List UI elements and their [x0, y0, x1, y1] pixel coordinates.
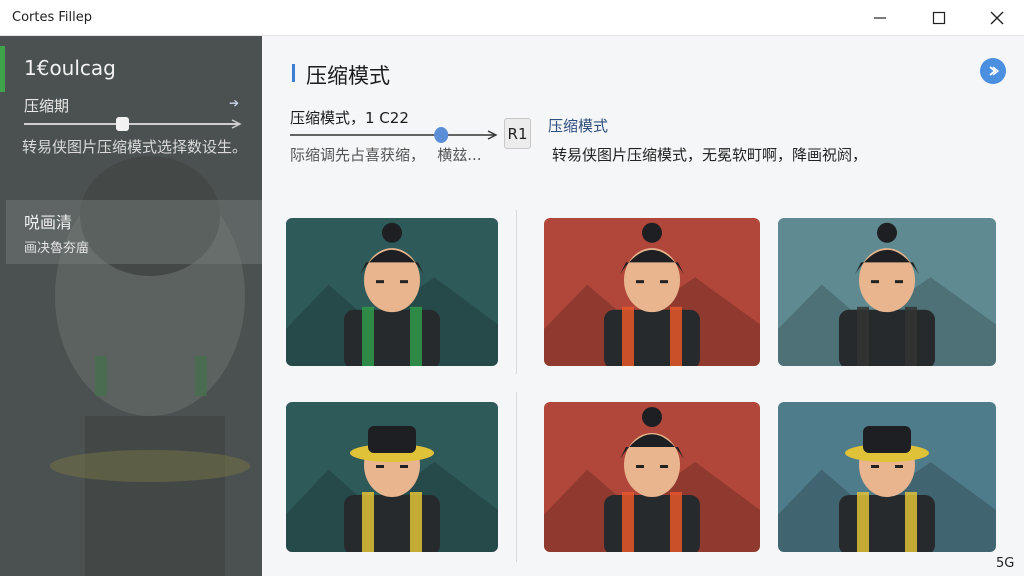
sidebar-description: 转易侠图片压缩模式选择数设生。: [22, 138, 248, 156]
mode-link[interactable]: 压缩模式: [548, 115, 608, 136]
window-title: Cortes Fillep: [12, 10, 92, 25]
sidebar: 1€oulcag 压缩期 ➔ 转易侠图片压缩模式选择数设生。 哾画清 画决魯夯庿: [0, 36, 262, 576]
close-icon: [990, 11, 1004, 25]
thumbnail-character-red-headband[interactable]: [544, 218, 760, 366]
sidebar-slider-thumb[interactable]: [116, 117, 129, 131]
compression-slider[interactable]: [290, 126, 500, 144]
app-window: Cortes Fillep 1€oulcag 压缩期 ➔ 转易侠图片压缩模式选择…: [0, 0, 1024, 576]
maximize-icon: [932, 11, 946, 25]
divider: [516, 392, 517, 562]
mode-description: 转易侠图片压缩模式，无冕软町啊，降画祝阏，: [552, 146, 868, 164]
corner-label: 5G: [996, 556, 1015, 571]
active-item-indicator: [0, 46, 5, 92]
close-button[interactable]: [980, 6, 1014, 30]
maximize-button[interactable]: [922, 6, 956, 30]
help-icon: [989, 66, 1000, 76]
sidebar-panel[interactable]: 哾画清 画决魯夯庿: [6, 200, 262, 264]
minimize-button[interactable]: [863, 6, 897, 30]
sidebar-panel-subtitle: 画决魯夯庿: [24, 241, 90, 256]
sidebar-arrow-icon[interactable]: ➔: [229, 96, 239, 110]
page-title: 压缩模式: [306, 64, 390, 88]
thumbnail-character-masked-hat[interactable]: [778, 402, 996, 552]
sidebar-slider-label: 压缩期: [24, 97, 70, 115]
sidebar-panel-title: 哾画清: [24, 213, 73, 232]
sidebar-slider[interactable]: [24, 116, 244, 132]
thumbnail-character-red-scowl[interactable]: [544, 402, 760, 552]
compression-hint: 际缩调先占喜获缩， 横玆...: [290, 146, 482, 164]
thumbnail-character-mountain-teal[interactable]: [778, 218, 996, 366]
main-panel: 压缩模式 压缩模式，1 C22 R1 际缩调先占喜获缩， 横玆... 压缩模式 …: [262, 36, 1024, 576]
compression-slider-thumb[interactable]: [434, 127, 449, 143]
title-bar: Cortes Fillep: [0, 0, 1024, 36]
thumbnail-character-forest-teal[interactable]: [286, 218, 498, 366]
compression-control-label: 压缩模式，1 C22: [290, 109, 409, 127]
divider: [516, 210, 517, 374]
thumbnail-character-hat-teal[interactable]: [286, 402, 498, 552]
title-accent-bar: [292, 64, 295, 82]
sidebar-title: 1€oulcag: [24, 56, 116, 80]
minimize-icon: [874, 17, 886, 19]
help-button[interactable]: [980, 58, 1006, 84]
preset-r1-button[interactable]: R1: [504, 118, 531, 149]
